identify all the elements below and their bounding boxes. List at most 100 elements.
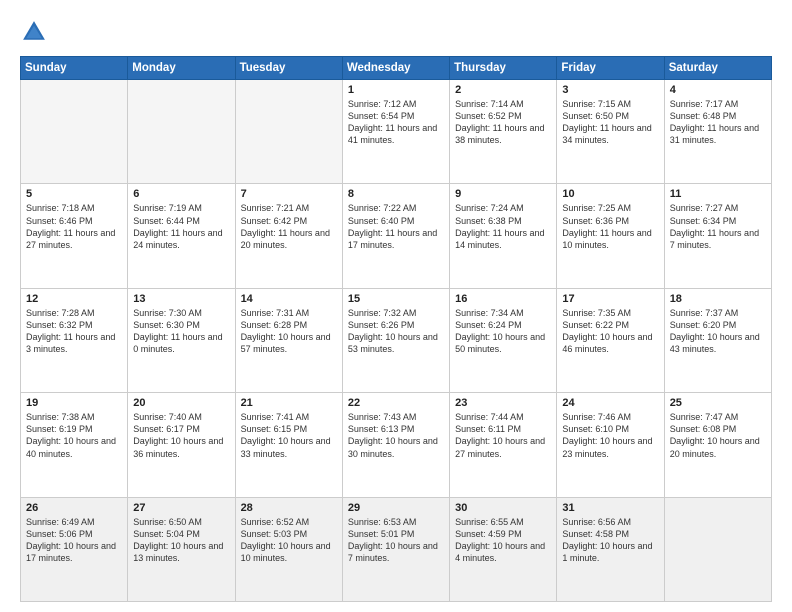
- calendar-cell: 24 Sunrise: 7:46 AM Sunset: 6:10 PM Dayli…: [557, 393, 664, 497]
- calendar-cell: 23 Sunrise: 7:44 AM Sunset: 6:11 PM Dayli…: [450, 393, 557, 497]
- day-info: Sunrise: 7:43 AM Sunset: 6:13 PM Dayligh…: [348, 411, 444, 460]
- calendar-header-row: SundayMondayTuesdayWednesdayThursdayFrid…: [21, 57, 772, 80]
- day-number: 20: [133, 397, 229, 409]
- day-number: 21: [241, 397, 337, 409]
- calendar-cell: 29Sunrise: 6:53 AM Sunset: 5:01 PM Dayli…: [342, 497, 449, 601]
- calendar-cell: 28 Sunrise: 6:52 AM Sunset: 5:03 PM Dayli…: [235, 497, 342, 601]
- page: SundayMondayTuesdayWednesdayThursdayFrid…: [0, 0, 792, 612]
- day-info: Sunrise: 7:38 AM Sunset: 6:19 PM Dayligh…: [26, 411, 122, 460]
- day-info: Sunrise: 6:53 AM Sunset: 5:01 PM Dayligh…: [348, 516, 444, 565]
- day-info: Sunrise: 7:19 AM Sunset: 6:44 PM Dayligh…: [133, 202, 229, 251]
- day-number: 23: [455, 397, 551, 409]
- weekday-header: Tuesday: [235, 57, 342, 80]
- logo: [20, 18, 52, 46]
- day-number: 10: [562, 188, 658, 200]
- header: [20, 18, 772, 46]
- calendar-week-row: 12 Sunrise: 7:28 AM Sunset: 6:32 PM Dayli…: [21, 288, 772, 392]
- calendar-cell: 21 Sunrise: 7:41 AM Sunset: 6:15 PM Dayli…: [235, 393, 342, 497]
- day-number: 26: [26, 502, 122, 514]
- calendar-cell: 15Sunrise: 7:32 AM Sunset: 6:26 PM Dayli…: [342, 288, 449, 392]
- calendar-cell: 9 Sunrise: 7:24 AM Sunset: 6:38 PM Daylig…: [450, 184, 557, 288]
- calendar-cell: 5 Sunrise: 7:18 AM Sunset: 6:46 PM Daylig…: [21, 184, 128, 288]
- weekday-header: Thursday: [450, 57, 557, 80]
- calendar-table: SundayMondayTuesdayWednesdayThursdayFrid…: [20, 56, 772, 602]
- day-number: 27: [133, 502, 229, 514]
- day-info: Sunrise: 7:44 AM Sunset: 6:11 PM Dayligh…: [455, 411, 551, 460]
- weekday-header: Wednesday: [342, 57, 449, 80]
- day-number: 11: [670, 188, 766, 200]
- day-number: 3: [562, 84, 658, 96]
- calendar-week-row: 19 Sunrise: 7:38 AM Sunset: 6:19 PM Dayli…: [21, 393, 772, 497]
- calendar-cell: [235, 80, 342, 184]
- weekday-header: Sunday: [21, 57, 128, 80]
- calendar-cell: 18 Sunrise: 7:37 AM Sunset: 6:20 PM Dayli…: [664, 288, 771, 392]
- calendar-cell: 7 Sunrise: 7:21 AM Sunset: 6:42 PM Daylig…: [235, 184, 342, 288]
- day-number: 9: [455, 188, 551, 200]
- day-info: Sunrise: 7:27 AM Sunset: 6:34 PM Dayligh…: [670, 202, 766, 251]
- calendar-cell: 14Sunrise: 7:31 AM Sunset: 6:28 PM Dayli…: [235, 288, 342, 392]
- day-number: 7: [241, 188, 337, 200]
- day-number: 13: [133, 293, 229, 305]
- day-number: 17: [562, 293, 658, 305]
- day-info: Sunrise: 7:41 AM Sunset: 6:15 PM Dayligh…: [241, 411, 337, 460]
- day-number: 6: [133, 188, 229, 200]
- calendar-cell: 3Sunrise: 7:15 AM Sunset: 6:50 PM Daylig…: [557, 80, 664, 184]
- calendar-cell: 2Sunrise: 7:14 AM Sunset: 6:52 PM Daylig…: [450, 80, 557, 184]
- day-number: 24: [562, 397, 658, 409]
- calendar-week-row: 1Sunrise: 7:12 AM Sunset: 6:54 PM Daylig…: [21, 80, 772, 184]
- day-number: 18: [670, 293, 766, 305]
- day-number: 31: [562, 502, 658, 514]
- weekday-header: Saturday: [664, 57, 771, 80]
- day-number: 16: [455, 293, 551, 305]
- calendar-cell: 22 Sunrise: 7:43 AM Sunset: 6:13 PM Dayli…: [342, 393, 449, 497]
- day-number: 2: [455, 84, 551, 96]
- day-info: Sunrise: 7:31 AM Sunset: 6:28 PM Dayligh…: [241, 307, 337, 356]
- day-info: Sunrise: 7:28 AM Sunset: 6:32 PM Dayligh…: [26, 307, 122, 356]
- day-info: Sunrise: 7:46 AM Sunset: 6:10 PM Dayligh…: [562, 411, 658, 460]
- day-info: Sunrise: 7:35 AM Sunset: 6:22 PM Dayligh…: [562, 307, 658, 356]
- day-info: Sunrise: 7:21 AM Sunset: 6:42 PM Dayligh…: [241, 202, 337, 251]
- day-info: Sunrise: 7:24 AM Sunset: 6:38 PM Dayligh…: [455, 202, 551, 251]
- calendar-cell: 6 Sunrise: 7:19 AM Sunset: 6:44 PM Daylig…: [128, 184, 235, 288]
- calendar-cell: 25Sunrise: 7:47 AM Sunset: 6:08 PM Dayli…: [664, 393, 771, 497]
- weekday-header: Monday: [128, 57, 235, 80]
- day-info: Sunrise: 7:18 AM Sunset: 6:46 PM Dayligh…: [26, 202, 122, 251]
- day-number: 12: [26, 293, 122, 305]
- day-info: Sunrise: 7:25 AM Sunset: 6:36 PM Dayligh…: [562, 202, 658, 251]
- calendar-cell: 8Sunrise: 7:22 AM Sunset: 6:40 PM Daylig…: [342, 184, 449, 288]
- day-info: Sunrise: 7:37 AM Sunset: 6:20 PM Dayligh…: [670, 307, 766, 356]
- day-info: Sunrise: 7:30 AM Sunset: 6:30 PM Dayligh…: [133, 307, 229, 356]
- day-number: 30: [455, 502, 551, 514]
- weekday-header: Friday: [557, 57, 664, 80]
- day-info: Sunrise: 7:32 AM Sunset: 6:26 PM Dayligh…: [348, 307, 444, 356]
- calendar-cell: 30 Sunrise: 6:55 AM Sunset: 4:59 PM Dayli…: [450, 497, 557, 601]
- calendar-cell: 13 Sunrise: 7:30 AM Sunset: 6:30 PM Dayli…: [128, 288, 235, 392]
- day-number: 5: [26, 188, 122, 200]
- day-info: Sunrise: 7:34 AM Sunset: 6:24 PM Dayligh…: [455, 307, 551, 356]
- calendar-cell: 16 Sunrise: 7:34 AM Sunset: 6:24 PM Dayli…: [450, 288, 557, 392]
- day-number: 28: [241, 502, 337, 514]
- day-number: 22: [348, 397, 444, 409]
- logo-icon: [20, 18, 48, 46]
- calendar-week-row: 5 Sunrise: 7:18 AM Sunset: 6:46 PM Daylig…: [21, 184, 772, 288]
- day-info: Sunrise: 7:22 AM Sunset: 6:40 PM Dayligh…: [348, 202, 444, 251]
- calendar-cell: 11 Sunrise: 7:27 AM Sunset: 6:34 PM Dayli…: [664, 184, 771, 288]
- day-number: 19: [26, 397, 122, 409]
- day-info: Sunrise: 6:49 AM Sunset: 5:06 PM Dayligh…: [26, 516, 122, 565]
- calendar-cell: [664, 497, 771, 601]
- day-info: Sunrise: 6:50 AM Sunset: 5:04 PM Dayligh…: [133, 516, 229, 565]
- day-info: Sunrise: 7:40 AM Sunset: 6:17 PM Dayligh…: [133, 411, 229, 460]
- day-number: 4: [670, 84, 766, 96]
- day-info: Sunrise: 7:17 AM Sunset: 6:48 PM Dayligh…: [670, 98, 766, 147]
- calendar-cell: [21, 80, 128, 184]
- calendar-cell: 20 Sunrise: 7:40 AM Sunset: 6:17 PM Dayli…: [128, 393, 235, 497]
- calendar-cell: 12 Sunrise: 7:28 AM Sunset: 6:32 PM Dayli…: [21, 288, 128, 392]
- day-info: Sunrise: 6:56 AM Sunset: 4:58 PM Dayligh…: [562, 516, 658, 565]
- calendar-week-row: 26 Sunrise: 6:49 AM Sunset: 5:06 PM Dayli…: [21, 497, 772, 601]
- day-info: Sunrise: 6:55 AM Sunset: 4:59 PM Dayligh…: [455, 516, 551, 565]
- calendar-cell: 19 Sunrise: 7:38 AM Sunset: 6:19 PM Dayli…: [21, 393, 128, 497]
- calendar-cell: 4 Sunrise: 7:17 AM Sunset: 6:48 PM Daylig…: [664, 80, 771, 184]
- day-info: Sunrise: 7:12 AM Sunset: 6:54 PM Dayligh…: [348, 98, 444, 147]
- day-number: 25: [670, 397, 766, 409]
- day-info: Sunrise: 6:52 AM Sunset: 5:03 PM Dayligh…: [241, 516, 337, 565]
